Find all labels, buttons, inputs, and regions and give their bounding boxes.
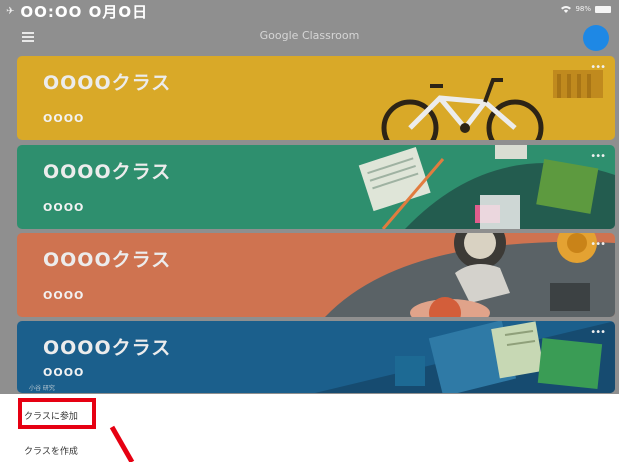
annotation-arrow (109, 425, 135, 462)
tablet-screen: ✈ OO:OO O月O日 98% Google Classroom OOOOクラ… (0, 0, 619, 462)
